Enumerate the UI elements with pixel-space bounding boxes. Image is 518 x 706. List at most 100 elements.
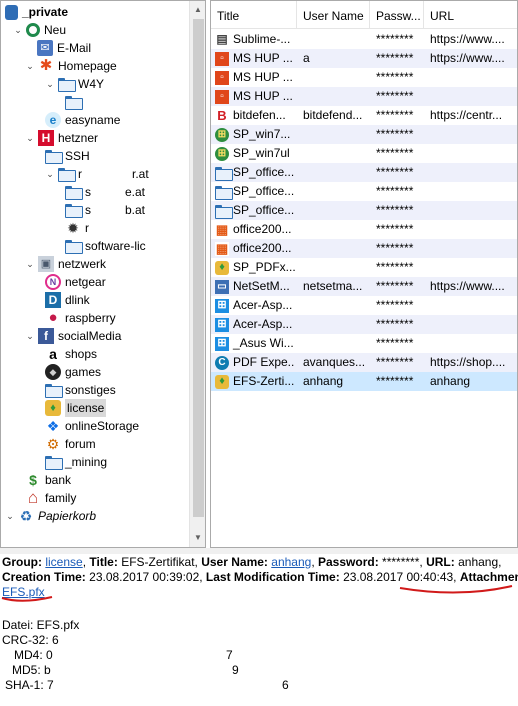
redacted-text — [91, 186, 125, 198]
tree-node[interactable]: ⌄ ▣ netzwerk — [25, 255, 106, 273]
entry-title-text: _Asus Wi... — [233, 336, 294, 350]
entry-row[interactable]: ⊞ SP_win7ul ******** — [211, 144, 517, 163]
tree-node[interactable]: software-lic — [65, 237, 146, 255]
entry-title-cell: ▤ Sublime-... — [215, 30, 295, 49]
expand-toggle-icon[interactable]: ⌄ — [25, 327, 35, 345]
folder-icon — [215, 185, 233, 200]
column-header-url[interactable]: URL — [424, 1, 517, 29]
column-header-password[interactable]: Passw... — [370, 1, 424, 29]
redacted-text — [91, 204, 125, 216]
tree-node[interactable]: ⌄ f socialMedia — [25, 327, 121, 345]
pdf-expert-icon: C — [215, 355, 229, 370]
entry-password-text: ******** — [376, 165, 414, 179]
tree-node[interactable]: $ bank — [25, 471, 71, 489]
windows7-icon: ⊞ — [215, 146, 229, 161]
attachment-link[interactable]: EFS.pfx — [2, 585, 45, 599]
entry-password-text: ******** — [376, 298, 414, 312]
entry-row[interactable]: SP_office... ******** — [211, 201, 517, 220]
group-tree[interactable]: _private ⌄ Neu ✉ E-Mail ⌄ ✱ Homepage ⌄ W4Y e easyna… — [0, 0, 206, 548]
tree-node[interactable]: Ddlink — [45, 291, 90, 309]
entry-password-cell: ******** — [376, 125, 424, 144]
entry-list[interactable]: Title User Name Passw... URL ▤ Sublime-..… — [210, 0, 518, 548]
tree-node-label: r — [85, 221, 89, 235]
entry-title-cell: ▦ office200... — [215, 239, 295, 258]
entry-row[interactable]: ▫ MS HUP ... ******** — [211, 68, 517, 87]
user-name-link[interactable]: anhang — [271, 555, 311, 569]
tree-node[interactable]: ⌄ W4Y — [45, 75, 104, 93]
entry-row[interactable]: ⊞ _Asus Wi... ******** — [211, 334, 517, 353]
tree-node[interactable]: ♦ license — [45, 399, 107, 417]
tree-node[interactable]: ⌄ Neu — [13, 21, 66, 39]
expand-toggle-icon[interactable]: ⌄ — [25, 129, 35, 147]
entry-row[interactable]: ⊞ Acer-Asp... ******** — [211, 315, 517, 334]
tree-node[interactable]: ❖ onlineStorage — [45, 417, 139, 435]
entry-row[interactable]: ▦ office200... ******** — [211, 239, 517, 258]
tree-node[interactable]: ⌄ ♻ Papierkorb — [5, 507, 96, 525]
tree-node[interactable]: ⌂ family — [25, 489, 76, 507]
entry-row[interactable]: Bbitdefen... bitdefend... ******** https://… — [211, 106, 517, 125]
entry-row[interactable]: SP_office... ******** — [211, 182, 517, 201]
entry-title-text: office200... — [233, 241, 292, 255]
tree-node[interactable]: ● raspberry — [45, 309, 116, 327]
entry-row[interactable]: ▭ NetSetM... netsetma... ******** https://ww… — [211, 277, 517, 296]
tree-node[interactable]: ⌄ ✱ Homepage — [25, 57, 117, 75]
column-header-user-name[interactable]: User Name — [297, 1, 370, 29]
entry-password-text: ******** — [376, 70, 414, 84]
expand-toggle-icon[interactable]: ⌄ — [25, 57, 35, 75]
tree-node[interactable]: ⌄ Hhetzner — [25, 129, 98, 147]
tree-scrollbar[interactable]: ▲ ▼ — [189, 1, 205, 547]
tree-node[interactable]: ✉ E-Mail — [37, 39, 91, 57]
tree-node[interactable]: SSH — [45, 147, 90, 165]
user-name-label: User Name: — [201, 555, 268, 569]
tree-node[interactable] — [65, 93, 85, 111]
entry-password-text: ******** — [376, 336, 414, 350]
url-label: URL: — [426, 555, 455, 569]
tree-node[interactable]: _private — [5, 3, 68, 21]
tree-node[interactable]: s b.at — [65, 201, 145, 219]
tree-node[interactable]: sonstiges — [45, 381, 116, 399]
folder-icon — [45, 148, 63, 164]
entry-title-cell: ▦ office200... — [215, 220, 295, 239]
tree-node[interactable]: ⌄ r r.at — [45, 165, 149, 183]
expand-toggle-icon[interactable]: ⌄ — [25, 255, 35, 273]
entry-row[interactable]: SP_office... ******** — [211, 163, 517, 182]
tree-node[interactable]: Nnetgear — [45, 273, 106, 291]
entry-row[interactable]: ▦ office200... ******** — [211, 220, 517, 239]
entry-row[interactable]: ♦ EFS-Zerti... anhang ******** anhang — [211, 372, 517, 391]
entry-url-cell — [430, 334, 516, 353]
group-link[interactable]: license — [45, 555, 82, 569]
entry-user-cell — [303, 220, 369, 239]
entry-row[interactable]: ⊞ Acer-Asp... ******** — [211, 296, 517, 315]
tree-node[interactable]: a shops — [45, 345, 97, 363]
scroll-thumb[interactable] — [193, 19, 204, 517]
entry-row[interactable]: C PDF Expe... avanques... ******** https://s… — [211, 353, 517, 372]
expand-toggle-icon[interactable]: ⌄ — [13, 21, 23, 39]
entry-title-text: office200... — [233, 222, 292, 236]
tree-node[interactable]: e easyname — [45, 111, 120, 129]
scroll-up-arrow-icon[interactable]: ▲ — [190, 1, 205, 18]
entry-title-cell: ⊞ SP_win7ul — [215, 144, 295, 163]
expand-toggle-icon[interactable]: ⌄ — [45, 75, 55, 93]
entry-row[interactable]: ♦ SP_PDFx... ******** — [211, 258, 517, 277]
scroll-down-arrow-icon[interactable]: ▼ — [190, 529, 205, 546]
entry-row[interactable]: ⊞ SP_win7... ******** — [211, 125, 517, 144]
folder-icon — [65, 238, 83, 254]
tree-node[interactable]: s e.at — [65, 183, 145, 201]
entry-row[interactable]: ▤ Sublime-... ******** https://www.... — [211, 30, 517, 49]
entry-password-text: ******** — [376, 317, 414, 331]
tree-node[interactable]: ◆ games — [45, 363, 101, 381]
entry-row[interactable]: ▫ MS HUP ... ******** — [211, 87, 517, 106]
entry-title-cell: SP_office... — [215, 182, 295, 201]
office-icon: ▫ — [215, 70, 229, 85]
tree-node[interactable]: ⚙ forum — [45, 435, 96, 453]
entry-url-cell: https://www.... — [430, 30, 516, 49]
column-header-title[interactable]: Title — [211, 1, 297, 29]
entry-row[interactable]: ▫ MS HUP ... a ******** https://www.... — [211, 49, 517, 68]
entry-password-cell: ******** — [376, 68, 424, 87]
tree-node[interactable]: ✹ r — [65, 219, 89, 237]
tree-node[interactable]: _mining — [45, 453, 107, 471]
entry-user-cell: a — [303, 49, 369, 68]
expand-toggle-icon[interactable]: ⌄ — [5, 507, 15, 525]
expand-toggle-icon[interactable]: ⌄ — [45, 165, 55, 183]
tree-node-label: _private — [22, 5, 69, 19]
